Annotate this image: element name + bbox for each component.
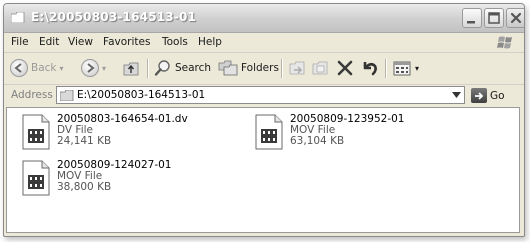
address-input[interactable]: E:\20050803-164513-01: [56, 86, 465, 104]
copy-to-button[interactable]: [311, 57, 331, 79]
menu-edit[interactable]: Edit: [39, 36, 59, 48]
address-path: E:\20050803-164513-01: [77, 89, 206, 101]
delete-button[interactable]: [336, 57, 354, 79]
file-size: 38,800 KB: [57, 181, 112, 193]
folders-button[interactable]: Folders: [218, 57, 279, 79]
back-label: Back: [31, 62, 57, 74]
close-icon: [510, 12, 522, 24]
back-button[interactable]: Back ▾: [10, 57, 64, 79]
menu-bar: File Edit View Favorites Tools Help: [4, 33, 524, 53]
minimize-button[interactable]: [462, 8, 482, 28]
video-file-icon: [22, 160, 50, 196]
back-dropdown-icon: ▾: [59, 63, 64, 73]
video-file-icon: [255, 114, 283, 150]
file-list: 20050803-164654-01.dv DV File 24,141 KB …: [6, 107, 520, 233]
folder-up-icon: [123, 62, 139, 76]
toolbar-separator: [281, 59, 283, 78]
go-label: Go: [490, 89, 505, 102]
file-details: 20050803-164654-01.dv DV File 24,141 KB: [57, 114, 188, 147]
folder-icon: [11, 12, 25, 23]
menu-file[interactable]: File: [11, 36, 29, 48]
views-button[interactable]: ▾: [392, 57, 419, 79]
toolbar-separator: [147, 59, 149, 78]
explorer-window: E:\20050803-164513-01 File Edit View Fav…: [3, 3, 525, 237]
folders-label: Folders: [241, 62, 279, 74]
address-label: Address: [11, 89, 53, 101]
windows-logo-icon: [497, 36, 512, 49]
search-button[interactable]: Search: [154, 57, 211, 79]
delete-x-icon: [337, 60, 353, 76]
close-button[interactable]: [506, 8, 524, 28]
address-dropdown-button[interactable]: [449, 88, 463, 102]
undo-button[interactable]: [359, 57, 379, 79]
back-arrow-icon: [10, 59, 28, 77]
toolbar: Back ▾ ▾ Search Folders ▾: [4, 53, 524, 85]
file-details: 20050809-123952-01 MOV File 63,104 KB: [290, 114, 404, 147]
forward-button[interactable]: ▾: [81, 57, 106, 79]
copy-to-icon: [312, 61, 328, 75]
move-to-icon: [289, 61, 305, 75]
title-bar[interactable]: E:\20050803-164513-01: [4, 4, 524, 33]
folders-icon: [218, 60, 238, 76]
window-title: E:\20050803-164513-01: [31, 10, 197, 24]
video-file-icon: [22, 114, 50, 150]
search-icon: [154, 60, 170, 76]
maximize-button[interactable]: [484, 8, 504, 28]
go-button[interactable]: Go: [471, 87, 505, 104]
menu-favorites[interactable]: Favorites: [103, 36, 150, 48]
up-button[interactable]: [122, 57, 140, 79]
views-icon: [393, 61, 411, 76]
views-dropdown-icon: ▾: [415, 63, 420, 73]
file-size: 63,104 KB: [290, 135, 345, 147]
search-label: Search: [175, 62, 212, 74]
folder-icon: [60, 90, 74, 101]
undo-icon: [363, 62, 377, 76]
menu-help[interactable]: Help: [198, 36, 222, 48]
forward-dropdown-icon: ▾: [102, 63, 107, 73]
go-arrow-icon: [471, 88, 487, 103]
menu-tools[interactable]: Tools: [162, 36, 188, 48]
minimize-icon: [467, 21, 475, 24]
menu-view[interactable]: View: [68, 36, 93, 48]
toolbar-separator: [385, 59, 387, 78]
address-bar: Address E:\20050803-164513-01 Go: [4, 85, 524, 106]
forward-arrow-icon: [81, 59, 99, 77]
file-details: 20050809-124027-01 MOV File 38,800 KB: [57, 160, 171, 193]
file-size: 24,141 KB: [57, 135, 112, 147]
move-to-button[interactable]: [288, 57, 308, 79]
chevron-down-icon: [451, 92, 461, 98]
maximize-icon: [488, 12, 500, 24]
